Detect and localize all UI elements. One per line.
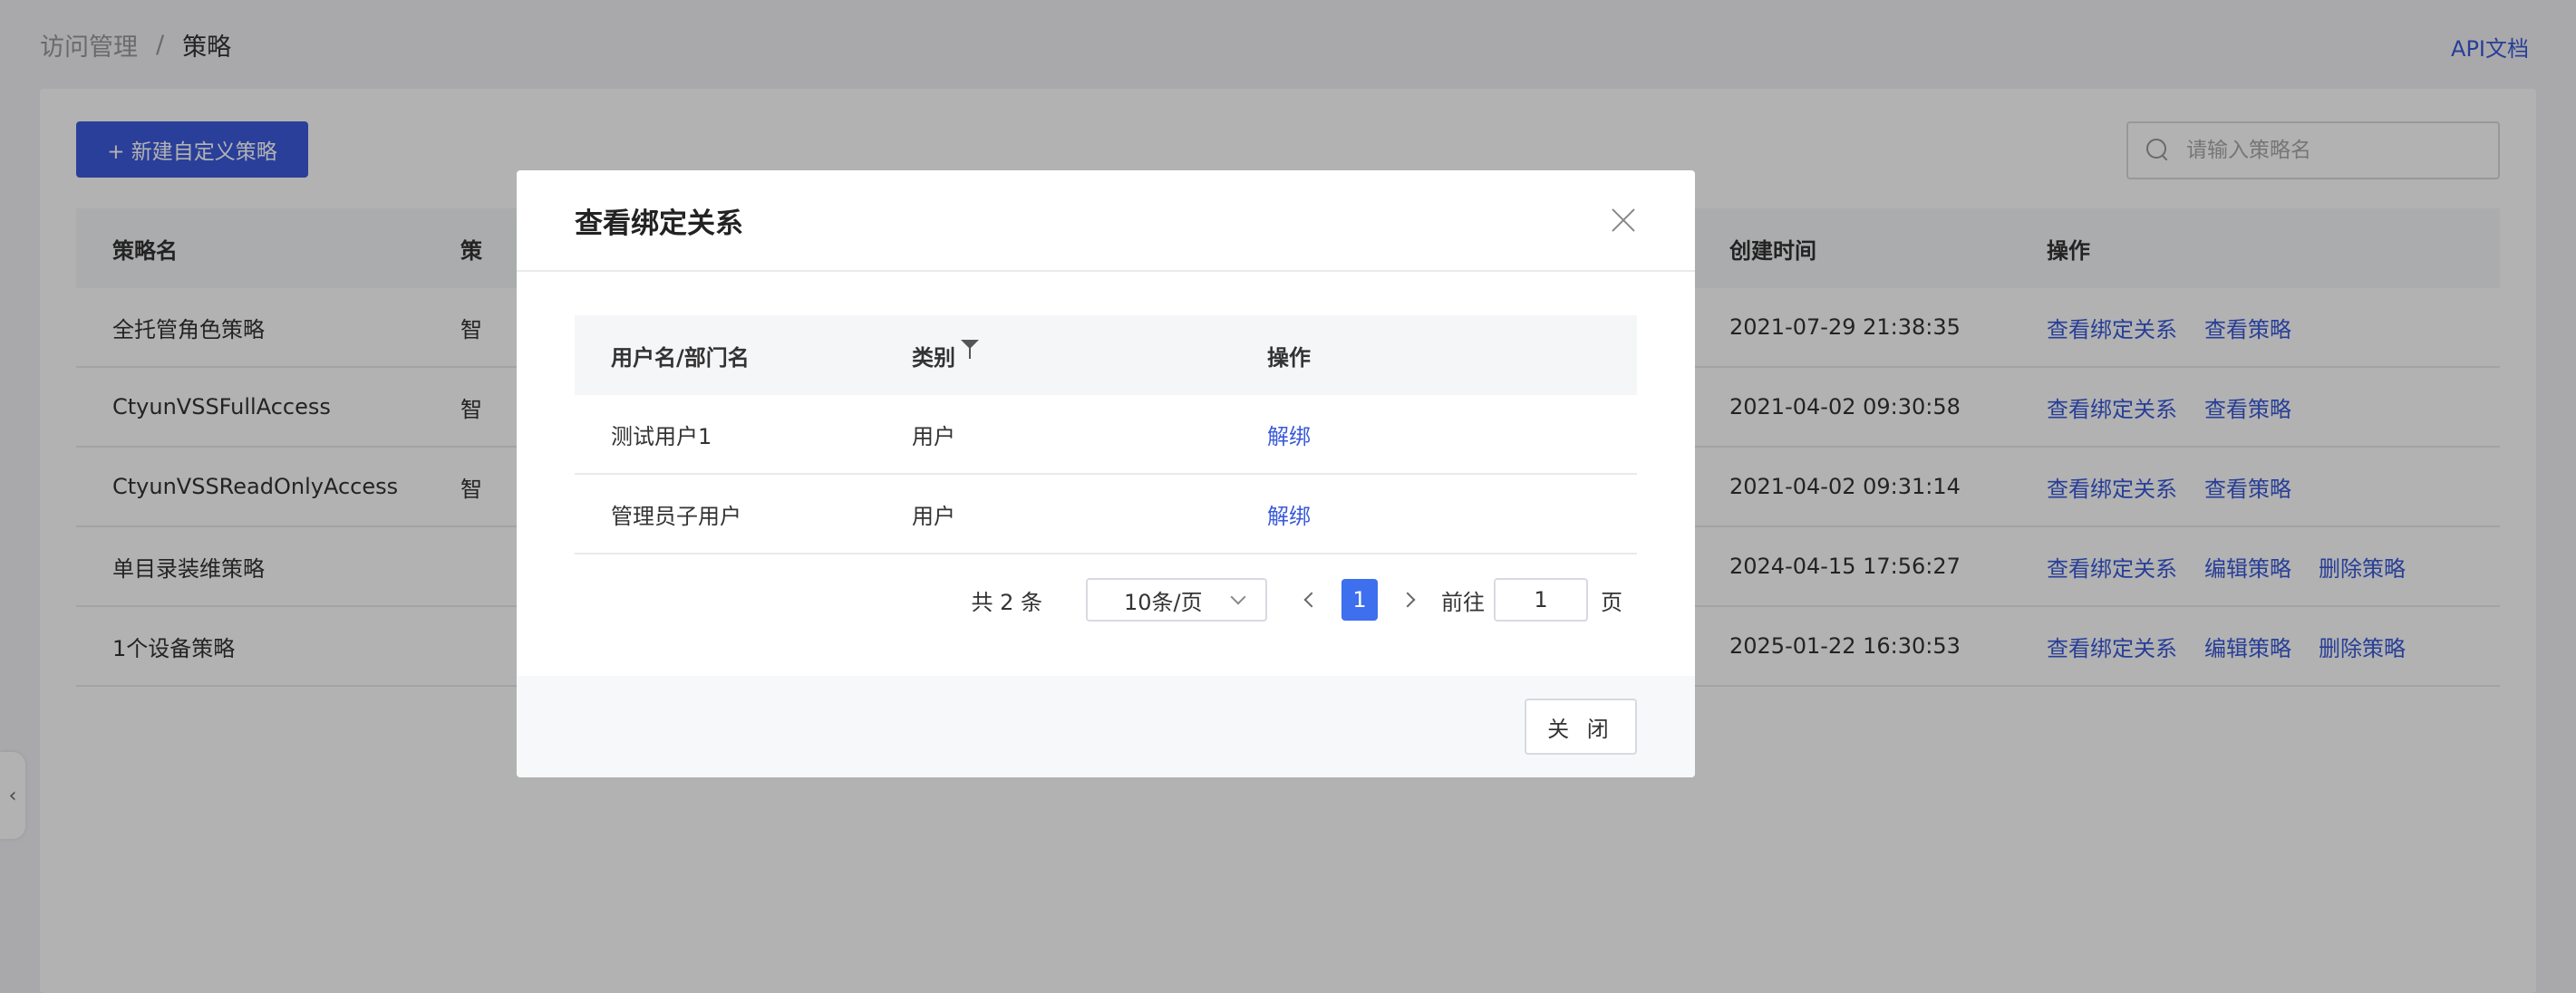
pagination: 共 2 条 10条/页 1 前往 1 页	[575, 574, 1637, 625]
page-number-current[interactable]: 1	[1341, 579, 1378, 621]
binding-user-name: 管理员子用户	[611, 503, 741, 529]
binding-user-name: 测试用户1	[611, 423, 712, 449]
modal-title: 查看绑定关系	[575, 207, 743, 240]
unbind-link[interactable]: 解绑	[1267, 424, 1311, 449]
page-suffix: 页	[1601, 589, 1622, 615]
goto-label: 前往	[1441, 589, 1485, 615]
column-header-action: 操作	[1267, 344, 1311, 371]
table-row: 测试用户1 用户 解绑	[575, 395, 1637, 475]
pagination-total: 共 2 条	[971, 589, 1042, 615]
filter-icon[interactable]	[961, 340, 981, 360]
binding-modal: 查看绑定关系 用户名/部门名 类别 操作 测试用户1 用户 解绑 管理员子用户 …	[517, 170, 1695, 777]
column-header-user: 用户名/部门名	[611, 344, 750, 371]
chevron-down-icon	[1230, 589, 1246, 605]
goto-page-input[interactable]: 1	[1494, 578, 1588, 622]
unbind-link[interactable]: 解绑	[1267, 504, 1311, 529]
modal-header: 查看绑定关系	[517, 170, 1695, 272]
next-page-button[interactable]	[1394, 582, 1421, 618]
page: 访问管理 / 策略 API文档 + 新建自定义策略 策略名 策 创建时间 操作 …	[0, 0, 2576, 993]
table-row: 管理员子用户 用户 解绑	[575, 475, 1637, 554]
chevron-right-icon	[1399, 592, 1416, 608]
binding-category: 用户	[912, 423, 955, 449]
close-icon[interactable]	[1610, 207, 1637, 234]
prev-page-button[interactable]	[1298, 582, 1325, 618]
binding-category: 用户	[912, 503, 955, 529]
binding-table-header: 用户名/部门名 类别 操作	[575, 315, 1637, 395]
column-header-category: 类别	[912, 340, 1267, 371]
modal-footer: 关 闭	[517, 676, 1695, 777]
chevron-left-icon	[1303, 592, 1320, 608]
column-header-category-label: 类别	[912, 344, 955, 371]
page-size-select[interactable]: 10条/页	[1086, 578, 1267, 622]
close-button[interactable]: 关 闭	[1525, 699, 1637, 755]
binding-table: 用户名/部门名 类别 操作 测试用户1 用户 解绑 管理员子用户 用户 解绑 共…	[575, 315, 1637, 622]
page-size-value: 10条/页	[1124, 589, 1203, 615]
